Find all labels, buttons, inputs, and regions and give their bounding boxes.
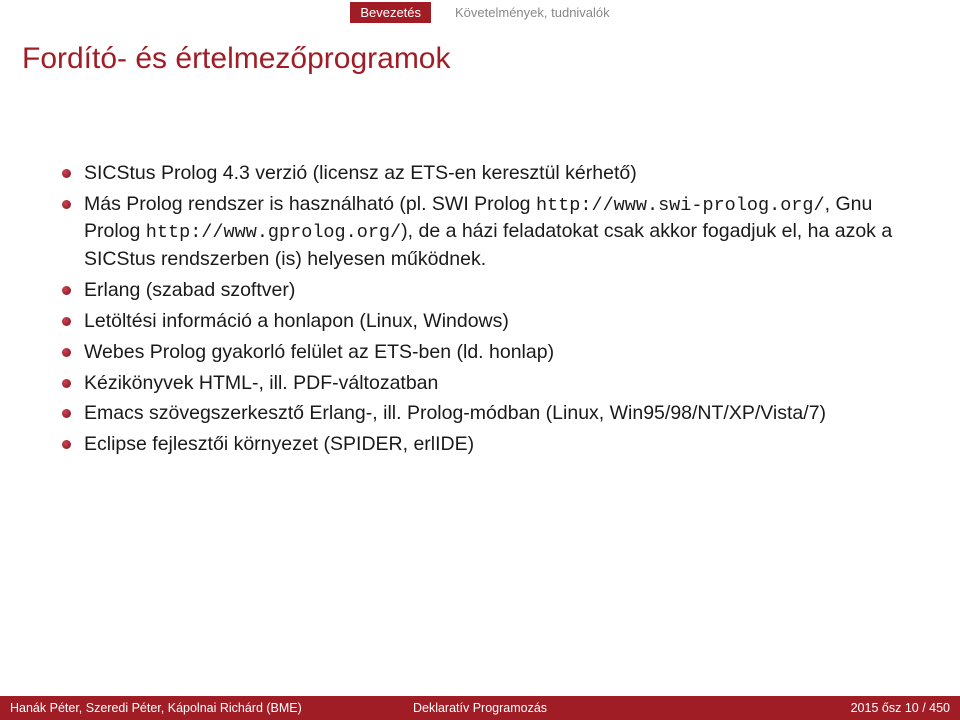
bullet-item: Kézikönyvek HTML-, ill. PDF-változatban: [60, 370, 900, 397]
nav-item-kovetelmenyek[interactable]: Követelmények, tudnivalók: [455, 5, 610, 20]
bullet-item: Eclipse fejlesztői környezet (SPIDER, er…: [60, 431, 900, 458]
bullet-text: Emacs szövegszerkesztő Erlang-, ill. Pro…: [84, 402, 826, 424]
bullet-text: Letöltési információ a honlapon (Linux, …: [84, 310, 509, 332]
slide-content: SICStus Prolog 4.3 verzió (licensz az ET…: [60, 160, 900, 462]
footer-bar: Hanák Péter, Szeredi Péter, Kápolnai Ric…: [0, 696, 960, 720]
bullet-item: Erlang (szabad szoftver): [60, 277, 900, 304]
footer-course: Deklaratív Programozás: [413, 701, 547, 715]
page-title: Fordító- és értelmezőprogramok: [22, 42, 451, 76]
bullet-text-part: Más Prolog rendszer is használható (pl. …: [84, 193, 536, 215]
bullet-text: Webes Prolog gyakorló felület az ETS-ben…: [84, 341, 554, 363]
bullet-item: Webes Prolog gyakorló felület az ETS-ben…: [60, 339, 900, 366]
bullet-item: Más Prolog rendszer is használható (pl. …: [60, 191, 900, 273]
url-gprolog: http://www.gprolog.org/: [146, 222, 401, 243]
footer-authors: Hanák Péter, Szeredi Péter, Kápolnai Ric…: [10, 701, 302, 715]
nav-item-bevezetes[interactable]: Bevezetés: [350, 2, 431, 23]
bullet-text: Erlang (szabad szoftver): [84, 279, 295, 301]
url-swi-prolog: http://www.swi-prolog.org/: [536, 195, 825, 216]
bullet-text: Kézikönyvek HTML-, ill. PDF-változatban: [84, 372, 438, 394]
bullet-item: Letöltési információ a honlapon (Linux, …: [60, 308, 900, 335]
bullet-item: SICStus Prolog 4.3 verzió (licensz az ET…: [60, 160, 900, 187]
bullet-text: SICStus Prolog 4.3 verzió (licensz az ET…: [84, 162, 637, 184]
footer-page: 2015 ősz 10 / 450: [851, 701, 950, 715]
bullet-item: Emacs szövegszerkesztő Erlang-, ill. Pro…: [60, 400, 900, 427]
nav-bar: Bevezetés Követelmények, tudnivalók: [0, 0, 960, 24]
bullet-text: Eclipse fejlesztői környezet (SPIDER, er…: [84, 433, 474, 455]
